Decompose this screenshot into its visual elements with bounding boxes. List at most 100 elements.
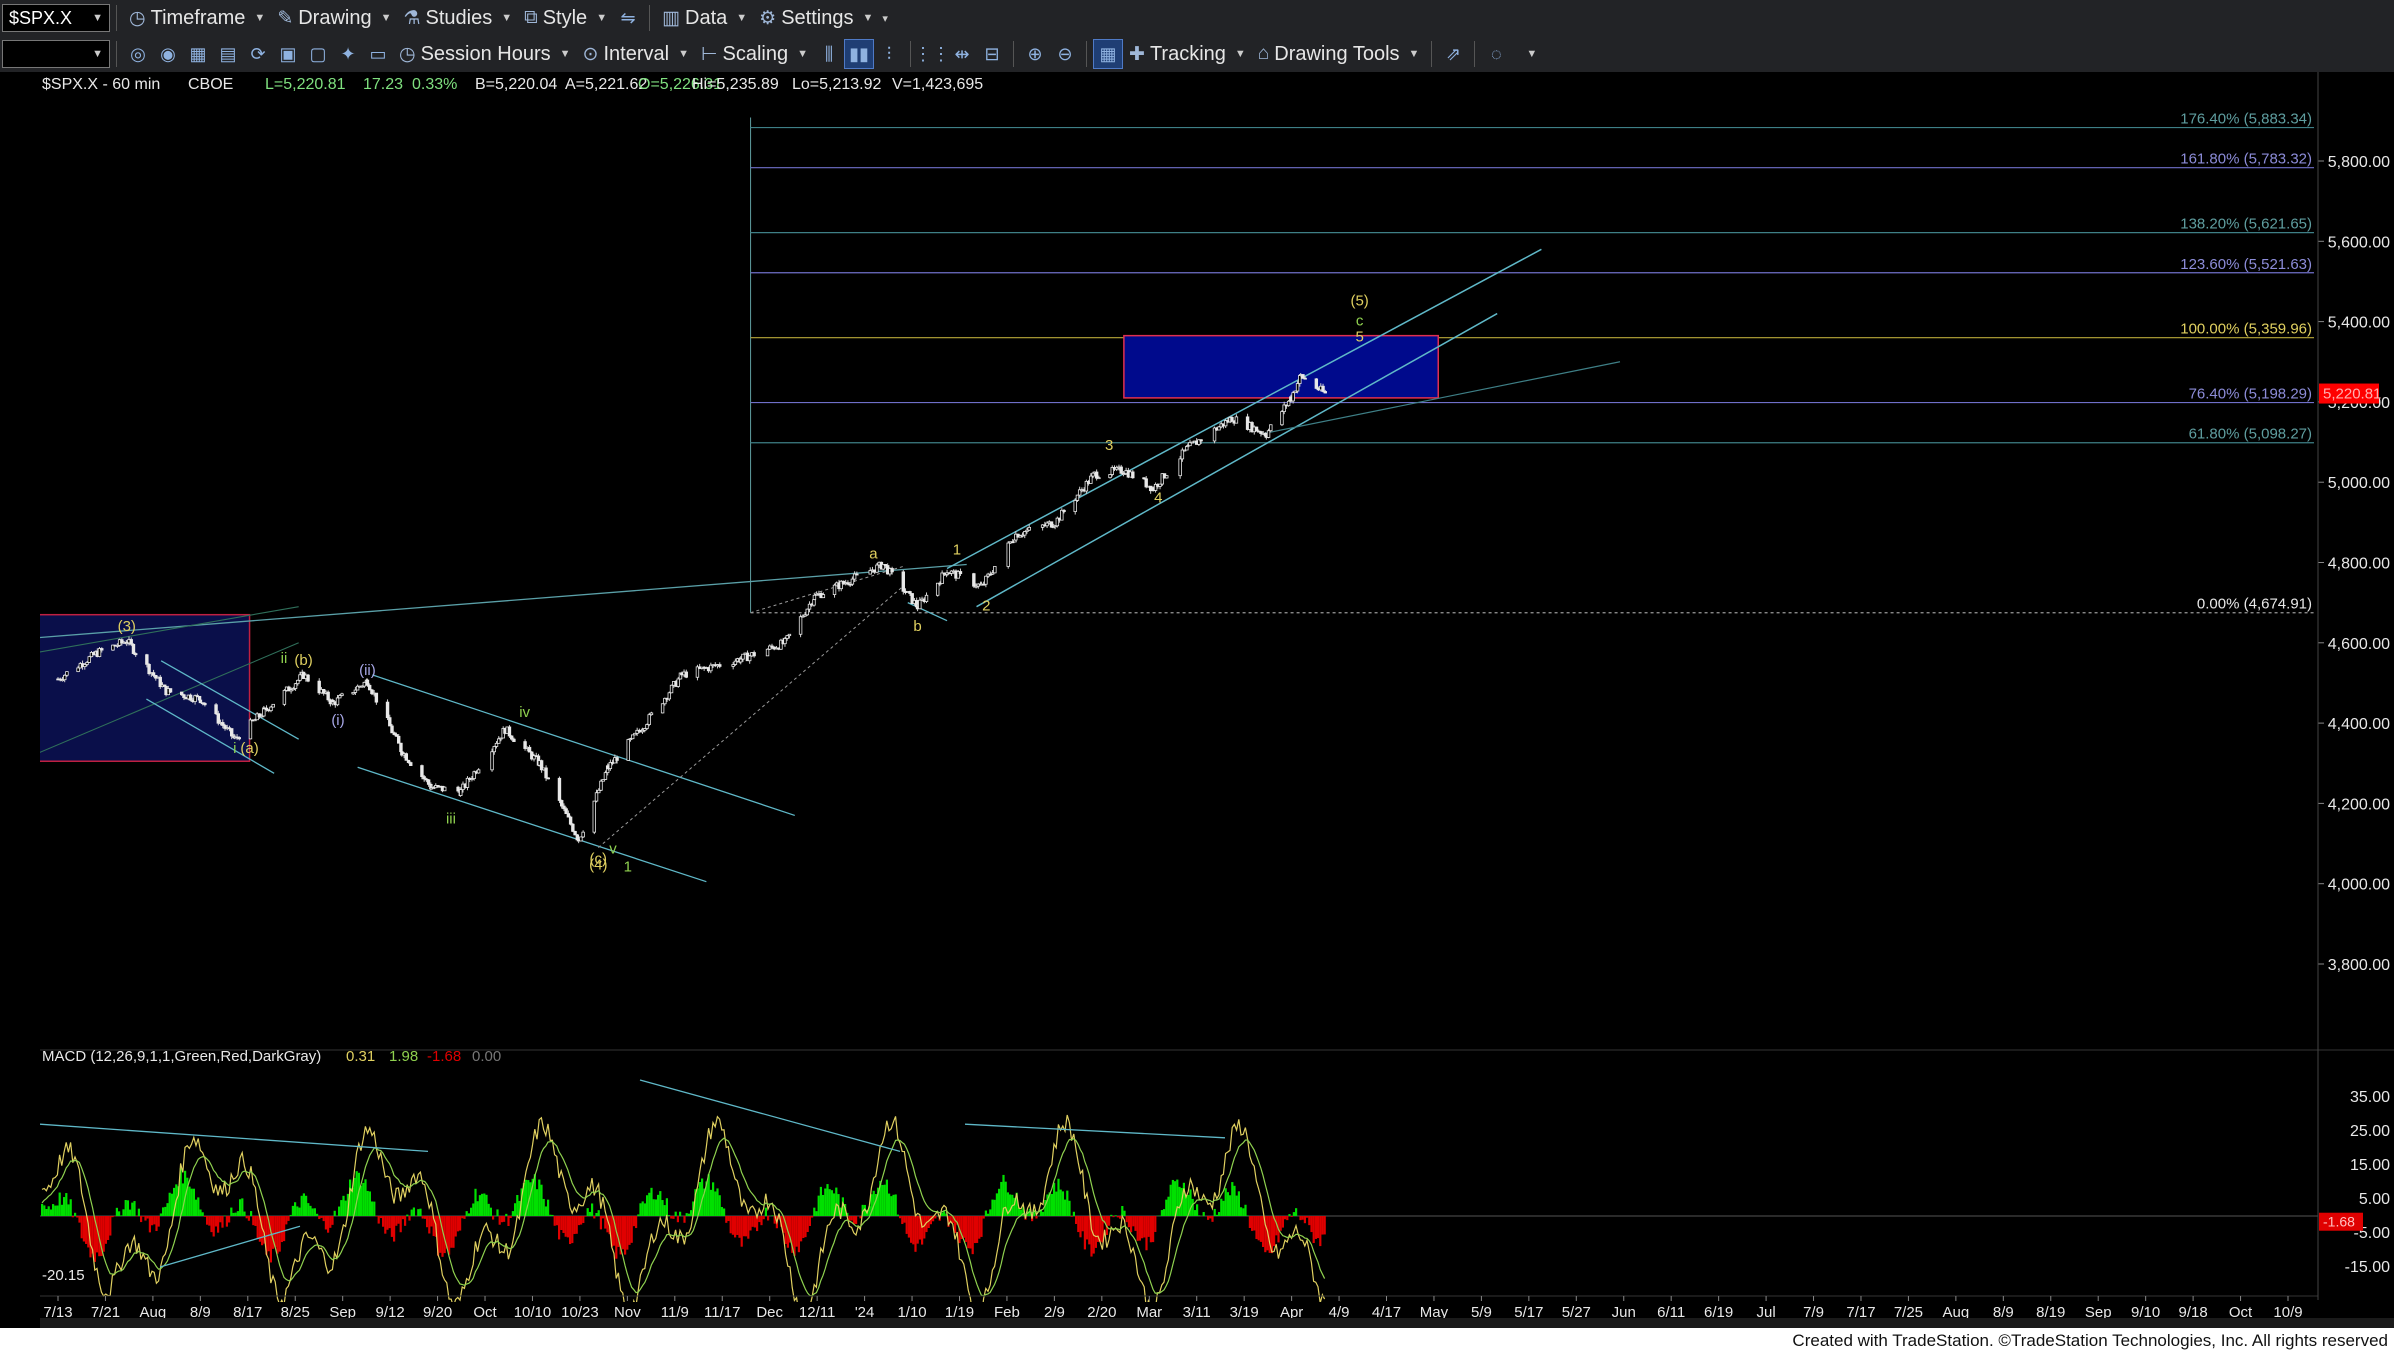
macd-histogram-bar	[800, 1216, 803, 1242]
macd-last-value-label: -1.68	[2323, 1214, 2355, 1230]
candle-body	[592, 800, 596, 833]
macd-tick-label: -15.00	[2345, 1259, 2390, 1276]
macd-histogram-bar	[324, 1216, 327, 1230]
macd-histogram-bar	[716, 1188, 719, 1216]
macd-diff-value: -1.68	[427, 1048, 461, 1065]
macd-histogram-bar	[60, 1204, 63, 1216]
macd-histogram-bar	[212, 1216, 215, 1237]
candle-body	[248, 719, 253, 740]
macd-histogram-bar	[225, 1216, 228, 1227]
macd-histogram-bar	[1086, 1216, 1089, 1240]
horizontal-scrollbar[interactable]	[40, 1318, 2394, 1328]
macd-histogram-bar	[1215, 1214, 1218, 1216]
macd-histogram-bar	[657, 1194, 660, 1216]
macd-histogram-bar	[654, 1199, 657, 1216]
candle-body	[269, 706, 273, 712]
candle-body	[214, 704, 218, 715]
macd-avg-value: 1.98	[389, 1048, 418, 1065]
macd-histogram-bar	[562, 1216, 565, 1233]
macd-histogram-bar	[320, 1216, 323, 1218]
candle-body	[335, 697, 340, 706]
macd-histogram-bar	[976, 1216, 979, 1243]
macd-histogram-bar	[287, 1216, 290, 1221]
candle-body	[557, 777, 562, 801]
macd-histogram-bar	[1286, 1216, 1289, 1221]
macd-histogram-bar	[289, 1214, 292, 1216]
macd-histogram-bar	[404, 1216, 407, 1226]
macd-histogram-bar	[690, 1210, 693, 1216]
macd-histogram-bar	[978, 1216, 981, 1239]
macd-histogram-bar	[1165, 1199, 1168, 1216]
macd-histogram-bar	[758, 1216, 761, 1223]
candle-body	[426, 779, 431, 785]
macd-histogram-bar	[331, 1216, 334, 1225]
macd-histogram-bar	[487, 1203, 490, 1216]
candle-body	[1165, 475, 1169, 479]
candle-body	[649, 712, 654, 716]
candle-body	[1045, 522, 1049, 527]
candle-body	[420, 765, 424, 778]
high-label: Hi=5,235.89	[692, 76, 779, 93]
macd-histogram-bar	[250, 1211, 253, 1216]
macd-histogram-bar	[998, 1188, 1001, 1216]
macd-histogram-bar	[1053, 1182, 1056, 1216]
macd-histogram-bar	[472, 1203, 475, 1216]
candle-body	[821, 594, 826, 599]
candle-body	[741, 653, 745, 660]
macd-histogram-bar	[566, 1216, 569, 1238]
candle-body	[1254, 426, 1259, 432]
price-chart[interactable]: $SPX.X - 60 min CBOE L=5,220.81 17.23 0.…	[0, 0, 2394, 1328]
macd-histogram-bar	[423, 1216, 426, 1219]
candle-body	[890, 568, 894, 573]
macd-histogram-bar	[461, 1216, 464, 1219]
macd-histogram-bar	[192, 1188, 195, 1216]
macd-histogram-bar	[1295, 1208, 1298, 1216]
candle-body	[718, 664, 722, 667]
macd-histogram-bar	[912, 1216, 915, 1245]
candle-body	[459, 789, 463, 796]
macd-histogram-bar	[316, 1213, 319, 1216]
macd-histogram-bar	[430, 1216, 433, 1227]
macd-histogram-bar	[540, 1184, 543, 1216]
candle-body	[566, 813, 571, 818]
macd-histogram-bar	[1196, 1204, 1199, 1216]
macd-histogram-bar	[318, 1216, 321, 1220]
macd-histogram-bar	[815, 1211, 818, 1216]
macd-histogram-bar	[738, 1216, 741, 1238]
candle-body	[1269, 424, 1273, 432]
macd-histogram-bar	[1290, 1216, 1293, 1217]
macd-histogram-bar	[410, 1209, 413, 1216]
macd-histogram-bar	[1288, 1214, 1291, 1216]
macd-histogram-bar	[76, 1216, 79, 1218]
macd-histogram-bar	[1167, 1196, 1170, 1216]
candle-body	[739, 658, 743, 663]
macd-histogram-bar	[637, 1214, 640, 1216]
macd-histogram-bar	[421, 1216, 424, 1219]
macd-histogram-bar	[536, 1189, 539, 1216]
wave-label: 2	[982, 598, 990, 615]
macd-histogram-bar	[901, 1216, 904, 1225]
macd-histogram-bar	[824, 1188, 827, 1216]
macd-histogram-bar	[729, 1216, 732, 1234]
candle-body	[197, 695, 202, 701]
macd-histogram-bar	[1042, 1211, 1045, 1216]
macd-histogram-bar	[621, 1216, 624, 1250]
macd-histogram-bar	[327, 1216, 330, 1233]
macd-histogram-bar	[1035, 1216, 1038, 1219]
macd-histogram-bar	[1262, 1216, 1265, 1247]
macd-histogram-bar	[1075, 1216, 1078, 1224]
candle-body	[1280, 411, 1284, 426]
chart-background	[0, 72, 2394, 1328]
macd-histogram-bar	[718, 1195, 721, 1216]
macd-histogram-bar	[808, 1216, 811, 1226]
macd-histogram-bar	[1138, 1216, 1141, 1241]
macd-histogram-bar	[712, 1182, 715, 1216]
macd-histogram-bar	[544, 1206, 547, 1216]
macd-histogram-bar	[1017, 1207, 1020, 1216]
macd-histogram-bar	[558, 1216, 561, 1240]
macd-histogram-bar	[1317, 1216, 1320, 1239]
macd-histogram-bar	[652, 1199, 655, 1216]
macd-histogram-bar	[806, 1216, 809, 1232]
macd-histogram-bar	[45, 1209, 48, 1216]
macd-histogram-bar	[1169, 1184, 1172, 1216]
